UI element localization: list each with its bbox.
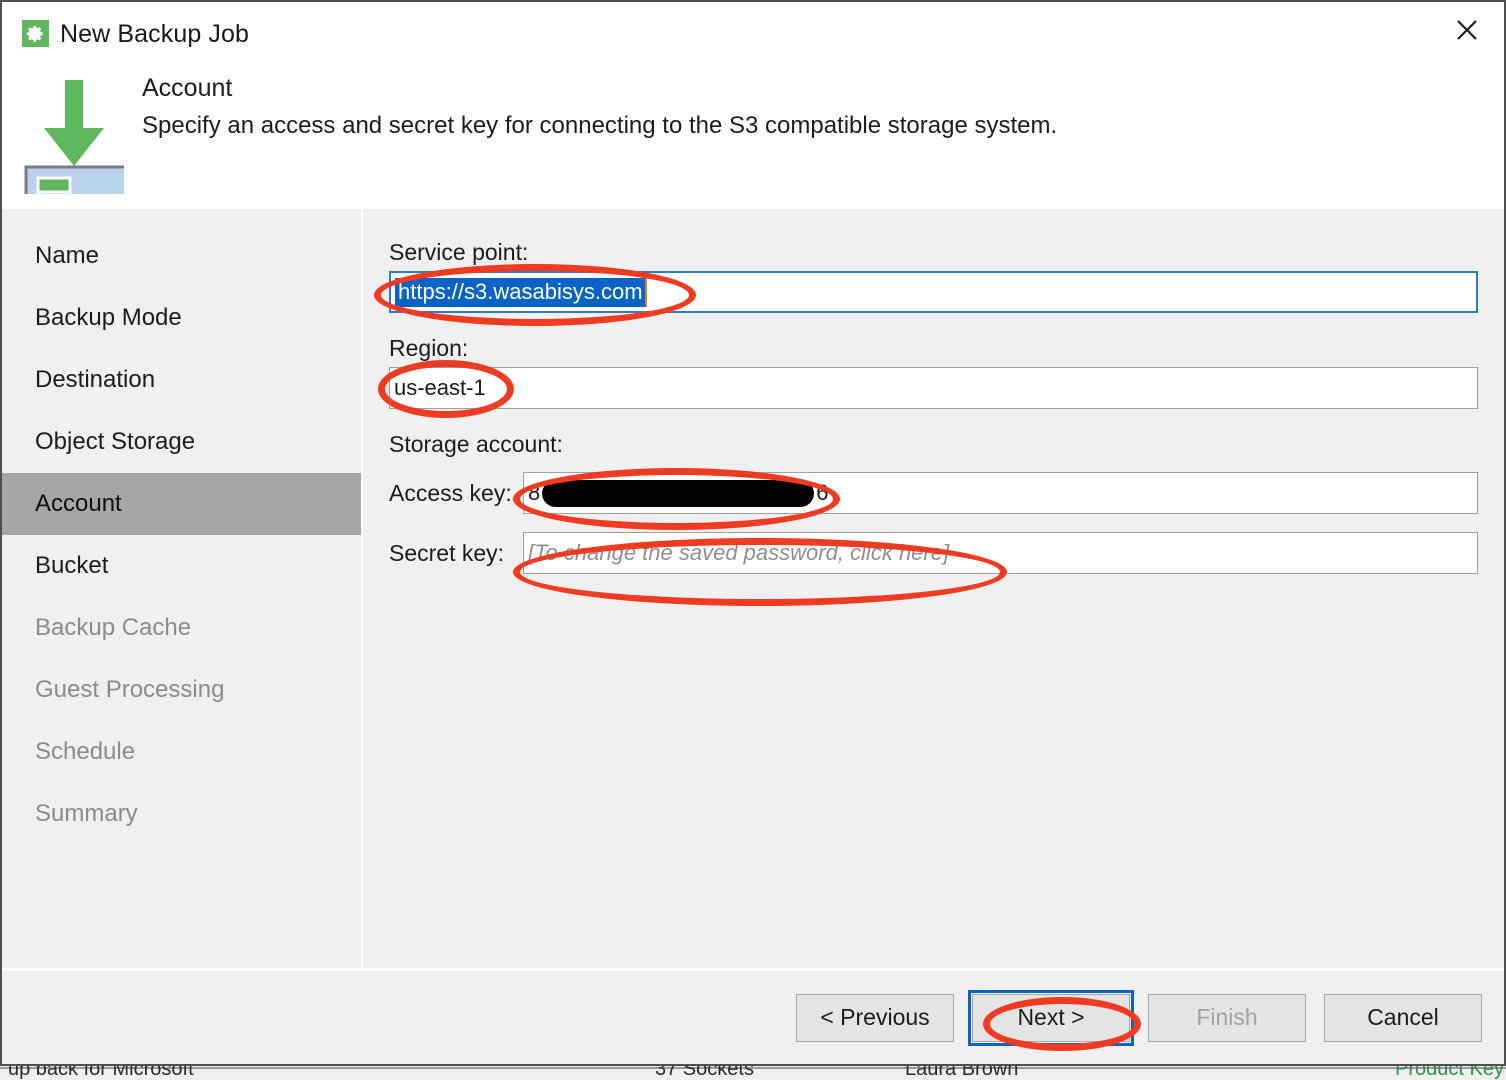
green-down-arrow-to-storage-icon	[24, 74, 128, 205]
background-text-left: up back for Microsoft	[8, 1066, 194, 1080]
background-text-right: Laura Brown	[905, 1066, 1019, 1080]
region-value: us-east-1	[394, 375, 486, 400]
sidebar-item-backup-mode[interactable]: Backup Mode	[2, 287, 361, 349]
sidebar-item-label: Destination	[35, 366, 156, 393]
sidebar-item-label: Object Storage	[35, 428, 196, 455]
page-title: Account	[142, 74, 233, 102]
account-form: Service point: https://s3.wasabisys.com …	[363, 209, 1504, 968]
access-key-redaction-bar	[542, 479, 815, 507]
sidebar-item-bucket[interactable]: Bucket	[2, 535, 361, 597]
secret-key-placeholder: [To change the saved password, click her…	[528, 540, 950, 565]
access-key-prefix: 8	[528, 480, 541, 505]
background-text-middle: 37 Sockets	[655, 1066, 754, 1080]
finish-button: Finish	[1148, 993, 1306, 1042]
sidebar-item-label: Backup Cache	[35, 614, 192, 641]
secret-key-input[interactable]: [To change the saved password, click her…	[523, 532, 1478, 574]
wizard-step-nav: Name Backup Mode Destination Object Stor…	[2, 209, 363, 968]
sidebar-item-schedule: Schedule	[2, 721, 361, 783]
gear-icon	[22, 20, 49, 47]
close-icon[interactable]	[1436, 2, 1498, 58]
dialog-title: New Backup Job	[60, 20, 249, 48]
secret-key-label: Secret key:	[389, 539, 505, 566]
access-key-suffix: 6	[816, 480, 829, 505]
dialog-footer: < Previous Next > Finish Cancel	[2, 968, 1504, 1064]
dialog-body: Name Backup Mode Destination Object Stor…	[2, 209, 1504, 968]
new-backup-job-dialog: New Backup Job Account Specify an access…	[0, 0, 1506, 1066]
dialog-header: Account Specify an access and secret key…	[2, 62, 1504, 209]
sidebar-item-backup-cache: Backup Cache	[2, 597, 361, 659]
sidebar-item-label: Schedule	[35, 738, 136, 765]
sidebar-item-object-storage[interactable]: Object Storage	[2, 411, 361, 473]
sidebar-item-label: Name	[35, 242, 100, 269]
access-key-input[interactable]: 86	[523, 472, 1478, 514]
service-point-label: Service point:	[389, 239, 529, 265]
access-key-label: Access key:	[389, 479, 512, 506]
region-input[interactable]: us-east-1	[389, 367, 1478, 409]
region-field-group: Region: us-east-1	[389, 335, 1478, 409]
background-window-strip: up back for Microsoft 37 Sockets Laura B…	[0, 1066, 1506, 1080]
secret-key-field-group: Secret key: [To change the saved passwor…	[389, 532, 1478, 574]
sidebar-item-label: Summary	[35, 800, 138, 827]
sidebar-item-account[interactable]: Account	[2, 473, 361, 535]
next-button[interactable]: Next >	[968, 989, 1134, 1046]
access-key-field-group: Access key: 86	[389, 472, 1478, 514]
sidebar-item-name[interactable]: Name	[2, 225, 361, 287]
sidebar-item-label: Guest Processing	[35, 676, 225, 703]
service-point-value: https://s3.wasabisys.com	[395, 277, 647, 307]
sidebar-item-destination[interactable]: Destination	[2, 349, 361, 411]
sidebar-item-summary: Summary	[2, 783, 361, 845]
page-subtitle: Specify an access and secret key for con…	[142, 112, 1058, 139]
dialog-titlebar: New Backup Job	[2, 2, 1504, 62]
storage-account-label: Storage account:	[389, 431, 563, 457]
service-point-field-group: Service point: https://s3.wasabisys.com	[389, 239, 1478, 313]
background-text-far-right: Product Key	[1395, 1066, 1504, 1080]
previous-button[interactable]: < Previous	[796, 993, 954, 1042]
cancel-button[interactable]: Cancel	[1324, 993, 1482, 1042]
sidebar-item-label: Bucket	[35, 552, 109, 579]
service-point-input[interactable]: https://s3.wasabisys.com	[389, 271, 1478, 313]
region-label: Region:	[389, 335, 469, 361]
sidebar-item-label: Account	[35, 490, 122, 517]
sidebar-item-label: Backup Mode	[35, 304, 182, 331]
sidebar-item-guest-processing: Guest Processing	[2, 659, 361, 721]
